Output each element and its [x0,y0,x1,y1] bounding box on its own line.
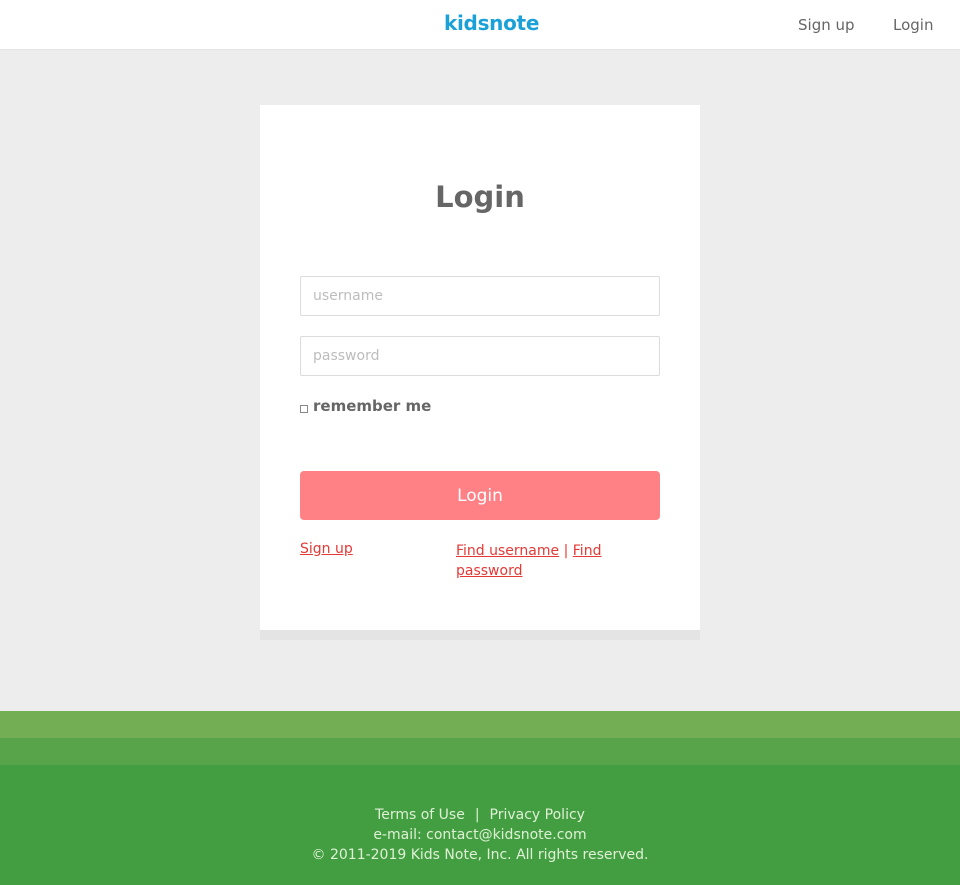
footer-links: Terms of Use | Privacy Policy [0,805,960,825]
kidsnote-logo[interactable]: kidsnote [444,11,539,35]
find-account-links: Find username | Find password [456,541,636,581]
remember-me-label: remember me [313,397,432,415]
footer-band-mid [0,738,960,765]
footer: Terms of Use | Privacy Policy e-mail: cont… [0,765,960,885]
link-separator: | [563,543,569,559]
signup-link[interactable]: Sign up [300,541,353,557]
nav-signup-link[interactable]: Sign up [798,16,855,34]
nav-login-link[interactable]: Login [893,16,933,34]
footer-copyright: © 2011-2019 Kids Note, Inc. All rights r… [311,847,649,863]
footer-separator: | [474,807,480,823]
remember-me[interactable]: remember me [300,397,431,415]
terms-link[interactable]: Terms of Use [375,807,465,823]
footer-band-light [0,711,960,738]
username-input[interactable] [300,276,660,316]
login-button[interactable]: Login [300,471,660,520]
top-header: kidsnote Sign up Login [0,0,960,50]
find-username-link[interactable]: Find username [456,543,559,559]
footer-email: e-mail: contact@kidsnote.com [373,827,587,843]
privacy-link[interactable]: Privacy Policy [490,807,585,823]
remember-me-checkbox[interactable] [300,405,308,413]
password-input[interactable] [300,336,660,376]
page-title: Login [435,180,525,214]
